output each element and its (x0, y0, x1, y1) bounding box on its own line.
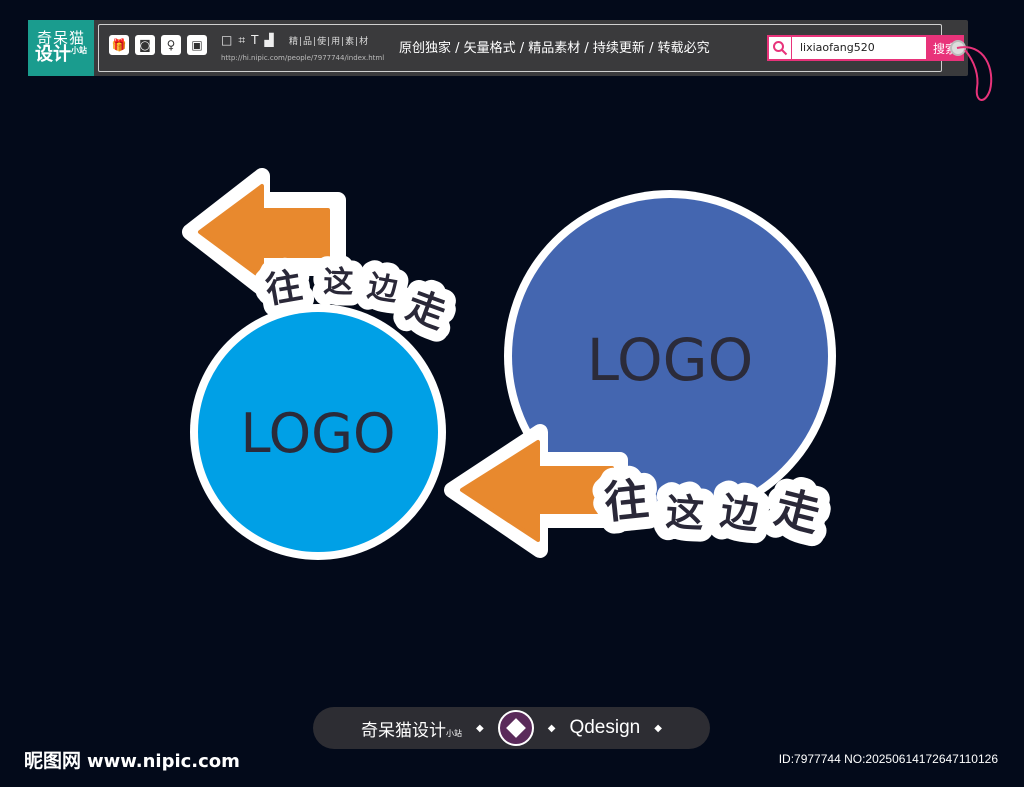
site-name: 昵图网 (24, 750, 82, 772)
left-cta-char-2: 这 (323, 264, 354, 300)
left-cta-char-1: 往 (263, 265, 306, 312)
right-cta-char-1: 往 (602, 474, 651, 529)
site-watermark[interactable]: 昵图网 www.nipic.com (24, 746, 240, 773)
diamond-icon: ◆ (654, 722, 662, 734)
brand-badge-icon[interactable] (497, 710, 534, 746)
diamond-icon: ◆ (547, 722, 556, 734)
left-cta-char-4: 走 (401, 283, 452, 337)
bottom-brand-name[interactable]: 奇呆猫设计小站 (361, 716, 462, 741)
site-url: www.nipic.com (87, 751, 240, 772)
image-id-label: ID:7977744 NO:20250614172647110126 (778, 752, 998, 766)
sticker-artboard: LOGO 往 这 边 走 LOGO 往 这 边 走 (182, 168, 837, 560)
left-logo-text: LOGO (240, 402, 395, 465)
bottom-brand-bar: 奇呆猫设计小站 ◆ ◆ Qdesign ◆ (313, 707, 710, 749)
diamond-icon: ◆ (476, 722, 484, 734)
right-logo-text: LOGO (587, 326, 754, 394)
right-cta-char-4: 走 (770, 482, 825, 542)
right-cta-char-2: 这 (664, 490, 705, 537)
left-cta-char-3: 边 (365, 269, 402, 309)
right-cta-char-3: 边 (718, 489, 762, 538)
qdesign-label[interactable]: Qdesign (569, 717, 640, 739)
